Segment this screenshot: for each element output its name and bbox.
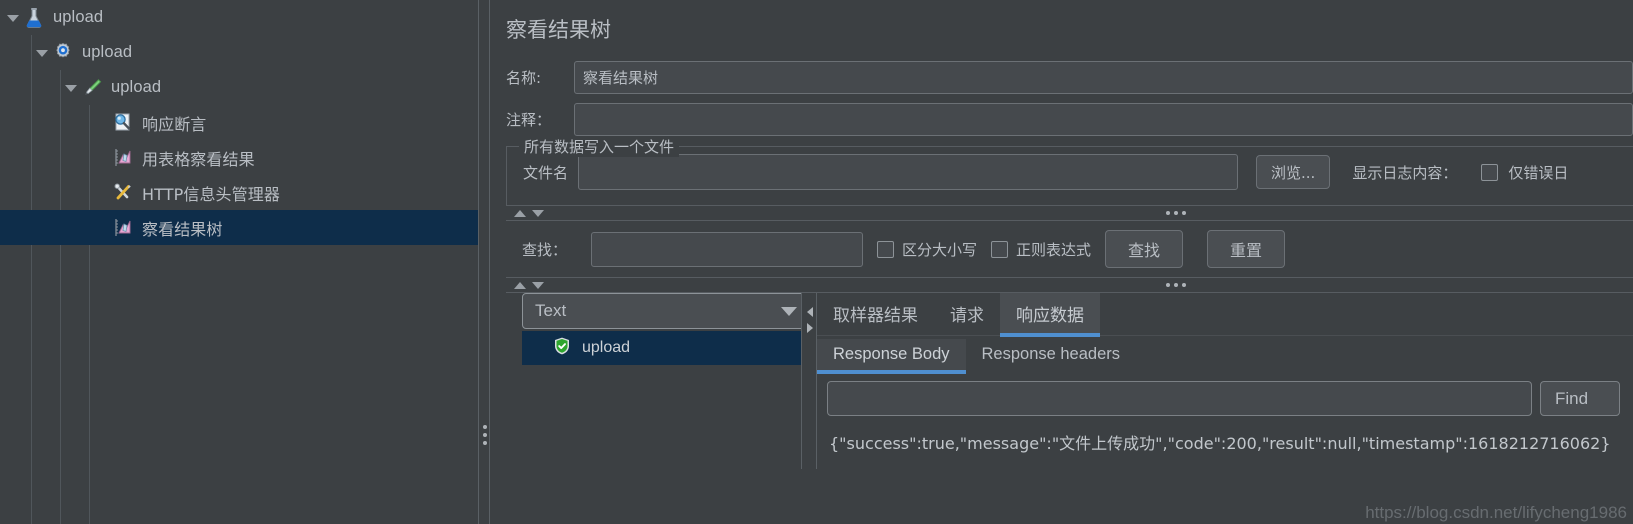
tree-item-label: upload [82, 43, 133, 61]
splitter-left-arrow-icon[interactable] [807, 307, 813, 317]
panel-drag-dots[interactable] [1166, 283, 1186, 287]
tab-sampler-result[interactable]: 取样器结果 [817, 293, 934, 335]
tree-item-view-results-tree[interactable]: 察看结果树 [0, 210, 478, 245]
response-subtabs: Response Body Response headers [817, 335, 1633, 374]
case-sensitive-label: 区分大小写 [902, 240, 978, 259]
search-input[interactable] [591, 231, 864, 267]
filename-input[interactable] [578, 154, 1239, 190]
result-list-item-label: upload [582, 339, 631, 356]
tree-item-label: 察看结果树 [142, 219, 223, 239]
search-reset-button[interactable]: 重置 [1207, 230, 1286, 268]
tree-item-label: HTTP信息头管理器 [142, 184, 280, 204]
name-label: 名称: [506, 68, 542, 87]
comment-input[interactable] [574, 102, 1633, 136]
test-plan-tree[interactable]: upload upload upload 响应断言 用表格察看结果 HTTP信息… [0, 0, 478, 524]
subtab-response-headers[interactable]: Response headers [966, 339, 1137, 371]
panel-drag-dots[interactable] [1166, 211, 1186, 215]
success-shield-icon [552, 336, 572, 361]
renderer-select-value: Text [535, 301, 567, 320]
regex-option[interactable]: 正则表达式 [991, 239, 1091, 260]
regex-label: 正则表达式 [1016, 240, 1092, 259]
subtab-response-body[interactable]: Response Body [817, 339, 966, 374]
watermark: https://blog.csdn.net/lifycheng1986 [1365, 503, 1627, 522]
chevron-down-icon [781, 306, 797, 316]
splitter-right-arrow-icon[interactable] [807, 323, 813, 333]
regex-checkbox[interactable] [991, 240, 1009, 258]
tree-item-thread-group[interactable]: upload [0, 35, 478, 70]
view-results-tree-editor: 察看结果树 名称: 察看结果树 注释： 所有数据写入一个文件 文件名 浏览...… [490, 0, 1633, 524]
case-sensitive-option[interactable]: 区分大小写 [877, 239, 977, 260]
response-find-button[interactable]: Find [1540, 381, 1620, 416]
page-title: 察看结果树 [506, 18, 611, 42]
response-find-input[interactable] [827, 381, 1532, 416]
tree-item-header-manager[interactable]: HTTP信息头管理器 [0, 175, 478, 210]
results-area: Text upload 取样器结果 请求 响应数据 Response Body … [506, 293, 1633, 469]
search-find-button[interactable]: 查找 [1105, 230, 1184, 268]
renderer-select[interactable]: Text [522, 293, 810, 329]
tree-item-test-plan[interactable]: upload [0, 0, 478, 35]
header-manager-tools-icon [110, 180, 136, 206]
search-label: 查找： [522, 240, 568, 259]
tree-item-label: upload [111, 78, 162, 96]
view-results-tree-icon [110, 215, 136, 241]
errors-only-label: 仅错误日 [1508, 163, 1569, 182]
jmeter-window: upload upload upload 响应断言 用表格察看结果 HTTP信息… [0, 0, 1633, 524]
collapse-up-icon[interactable] [514, 281, 526, 289]
response-find-row: Find [817, 371, 1633, 416]
search-panel-collapse-bar[interactable] [506, 205, 1633, 221]
file-output-group-title: 所有数据写入一个文件 [519, 136, 680, 157]
comment-row: 注释： [506, 98, 1633, 140]
detail-tabs: 取样器结果 请求 响应数据 [817, 293, 1633, 337]
filename-label: 文件名 [523, 163, 569, 182]
response-body-text: {"success":true,"message":"文件上传成功","code… [829, 434, 1611, 453]
thread-group-gear-icon [50, 40, 76, 66]
expand-toggle-icon[interactable] [4, 9, 21, 26]
errors-only-checkbox[interactable] [1481, 163, 1499, 181]
expand-toggle-icon[interactable] [33, 44, 50, 61]
collapse-up-icon[interactable] [514, 209, 526, 217]
tree-item-response-assertion[interactable]: 响应断言 [0, 105, 478, 140]
file-output-group: 所有数据写入一个文件 文件名 浏览... 显示日志内容： 仅错误日 [506, 136, 1633, 205]
collapse-down-icon[interactable] [532, 209, 544, 217]
results-splitter[interactable] [801, 293, 817, 469]
test-plan-flask-icon [21, 5, 47, 31]
tree-item-label: 响应断言 [142, 114, 207, 134]
results-list-panel: Text upload [506, 293, 810, 469]
tree-item-http-sampler[interactable]: upload [0, 70, 478, 105]
response-detail-panel: 取样器结果 请求 响应数据 Response Body Response hea… [817, 293, 1633, 469]
search-row: 查找： 区分大小写 正则表达式 查找 重置 [506, 221, 1633, 277]
log-display-label: 显示日志内容： [1352, 163, 1458, 182]
response-assertion-icon [110, 110, 136, 136]
splitter-grip[interactable] [483, 425, 487, 445]
comment-label: 注释： [506, 110, 552, 129]
results-panel-collapse-bar[interactable] [506, 277, 1633, 293]
browse-button[interactable]: 浏览... [1256, 155, 1331, 189]
tab-response-data[interactable]: 响应数据 [1000, 293, 1100, 337]
expand-toggle-icon[interactable] [62, 79, 79, 96]
tree-item-label: 用表格察看结果 [142, 149, 255, 169]
tab-request[interactable]: 请求 [934, 293, 1000, 335]
tree-item-label: upload [53, 8, 104, 26]
result-list-item[interactable]: upload [522, 331, 810, 365]
view-results-table-icon [110, 145, 136, 171]
case-sensitive-checkbox[interactable] [877, 240, 895, 258]
collapse-down-icon[interactable] [532, 281, 544, 289]
main-splitter[interactable] [478, 0, 490, 524]
tree-item-view-results-table[interactable]: 用表格察看结果 [0, 140, 478, 175]
name-input[interactable]: 察看结果树 [574, 60, 1633, 94]
http-sampler-pen-icon [79, 75, 105, 101]
name-row: 名称: 察看结果树 [506, 56, 1633, 98]
